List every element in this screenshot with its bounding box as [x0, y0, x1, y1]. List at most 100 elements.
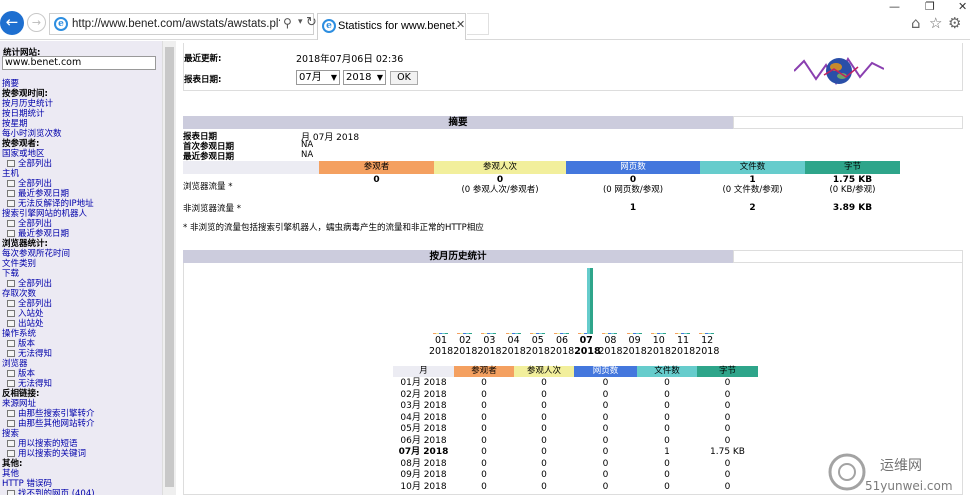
browser-traffic-label: 浏览器流量 *	[183, 182, 233, 192]
menu-item[interactable]: 用以搜索的短语	[2, 439, 160, 449]
table-row-month: 10月 2018	[400, 481, 447, 492]
menu-item[interactable]: 版本	[2, 369, 160, 379]
menu-item[interactable]: 全部列出	[2, 159, 160, 169]
menu-item[interactable]: 每次参观所花时间	[2, 249, 160, 259]
menu-item[interactable]: 由那些搜索引擎转介	[2, 409, 160, 419]
month-year: 2018	[695, 346, 720, 357]
report-header: 最近更新: 2018年07月06日 02:36 报表日期: 07月 ▼ 2018 ▼…	[183, 43, 963, 91]
menu-item[interactable]: 出站处	[2, 319, 160, 329]
menu-item[interactable]: 其他	[2, 469, 160, 479]
month-number: 02	[459, 335, 472, 346]
month-year: 2018	[646, 346, 671, 357]
menu-item-label: 由那些搜索引擎转介	[18, 409, 95, 419]
menu-item[interactable]: 无法反解译的IP地址	[2, 199, 160, 209]
menu-item[interactable]: 搜索	[2, 429, 160, 439]
browser-traffic-value: 0 (0 网页数/参观)	[566, 175, 700, 195]
table-cell: 0	[724, 424, 731, 434]
gear-icon[interactable]: ⚙	[948, 14, 961, 32]
table-cell: 0	[541, 424, 547, 434]
table-cell: 0	[541, 412, 547, 423]
minimize-icon[interactable]: —	[889, 0, 900, 13]
menu-item[interactable]: 找不到的网页 (404)	[2, 489, 160, 495]
maximize-icon[interactable]: ❐	[925, 0, 935, 13]
menu-item[interactable]: 下载	[2, 269, 160, 279]
report-date-label: 报表日期:	[184, 75, 222, 85]
menu-item[interactable]: 全部列出	[2, 219, 160, 229]
page-icon	[7, 440, 15, 447]
menu-item[interactable]: 全部列出	[2, 179, 160, 189]
menu-item[interactable]: 按月历史统计	[2, 99, 160, 109]
menu-item-label: 最近参观日期	[18, 189, 70, 199]
table-row-month: 01月 2018	[400, 378, 447, 388]
menu-item[interactable]: 全部列出	[2, 299, 160, 309]
scrollbar-thumb[interactable]	[165, 47, 174, 487]
menu-item[interactable]: 来源网址	[2, 399, 160, 409]
ok-button[interactable]: OK	[390, 71, 418, 85]
chart-bar	[590, 268, 594, 334]
menu-item[interactable]: 用以搜索的关键词	[2, 449, 160, 459]
star-icon[interactable]: ☆	[929, 14, 942, 32]
menu-item[interactable]: 每小时浏览次数	[2, 129, 160, 139]
scrollbar[interactable]	[162, 41, 176, 495]
month-select[interactable]: 07月 ▼	[296, 70, 340, 85]
menu-item[interactable]: 全部列出	[2, 279, 160, 289]
table-cell: 0	[541, 378, 547, 388]
browser-traffic-number: 0	[373, 175, 380, 185]
home-icon[interactable]: ⌂	[911, 14, 921, 32]
menu-item[interactable]: HTTP 错误码	[2, 479, 160, 489]
menu-section-header: 其他:	[2, 459, 160, 469]
year-select-value: 2018	[346, 72, 372, 83]
table-cell: 0	[602, 481, 609, 492]
page-icon	[7, 200, 15, 207]
year-select[interactable]: 2018 ▼	[343, 70, 386, 85]
browser-traffic-ratio: (0 参观人次/参观者)	[461, 185, 539, 195]
month-year: 2018	[574, 346, 601, 357]
browser-tab[interactable]: e Statistics for www.benet. ✕	[317, 13, 466, 40]
new-tab-button[interactable]	[467, 13, 489, 35]
address-bar[interactable]: e http://www.benet.com/awstats/awstats.p…	[49, 13, 317, 35]
back-arrow-icon[interactable]: ←	[0, 11, 24, 35]
menu-item[interactable]: 搜索引擎网站的机器人	[2, 209, 160, 219]
refresh-icon[interactable]: ↻	[306, 15, 317, 30]
menu-item[interactable]: 摘要	[2, 79, 160, 89]
menu-item[interactable]: 最近参观日期	[2, 189, 160, 199]
menu-item[interactable]: 文件类别	[2, 259, 160, 269]
table-row-month: 04月 2018	[400, 412, 447, 423]
menu-item[interactable]: 浏览器	[2, 359, 160, 369]
menu-item[interactable]: 入站处	[2, 309, 160, 319]
menu-item[interactable]: 按星期	[2, 119, 160, 129]
menu-item[interactable]: 国家或地区	[2, 149, 160, 159]
menu-item-label: 出站处	[18, 319, 44, 329]
menu-item[interactable]: 操作系统	[2, 329, 160, 339]
nonbrowser-traffic-value: 2	[700, 203, 805, 213]
menu-item[interactable]: 无法得知	[2, 379, 160, 389]
month-axis-label: 05 2018	[526, 335, 550, 357]
menu-item-label: 入站处	[18, 309, 44, 319]
browser-traffic-number: 0	[496, 175, 504, 185]
chart-bar	[541, 333, 545, 334]
chevron-down-icon[interactable]: ▾	[298, 17, 303, 27]
forward-arrow-icon[interactable]: →	[27, 13, 46, 32]
menu-item-label: 文件类别	[2, 259, 37, 269]
menu-item[interactable]: 存取次数	[2, 289, 160, 299]
menu-item[interactable]: 无法得知	[2, 349, 160, 359]
menu-item-label: 全部列出	[18, 279, 53, 289]
window-close-icon[interactable]: ✕	[958, 0, 967, 13]
menu-item[interactable]: 最近参观日期	[2, 229, 160, 239]
menu-item[interactable]: 按日期统计	[2, 109, 160, 119]
menu-section-header: 浏览器统计:	[2, 239, 160, 249]
menu-item[interactable]: 由那些其他网站转介	[2, 419, 160, 429]
close-icon[interactable]: ✕	[456, 18, 465, 31]
address-url[interactable]: http://www.benet.com/awstats/awstats.pl?…	[72, 18, 280, 30]
table-cell: 0	[541, 481, 547, 492]
table-cell: 0	[664, 378, 670, 388]
page-icon	[7, 300, 15, 307]
menu-item-label: 其他:	[2, 459, 23, 469]
menu-item[interactable]: 主机	[2, 169, 160, 179]
summary-col-header: 网页数	[566, 161, 700, 174]
table-cell: 0	[541, 401, 547, 411]
menu-item[interactable]: 版本	[2, 339, 160, 349]
search-icon[interactable]: ⚲	[283, 16, 292, 30]
chart-bar	[614, 333, 618, 334]
page-icon	[7, 420, 15, 427]
